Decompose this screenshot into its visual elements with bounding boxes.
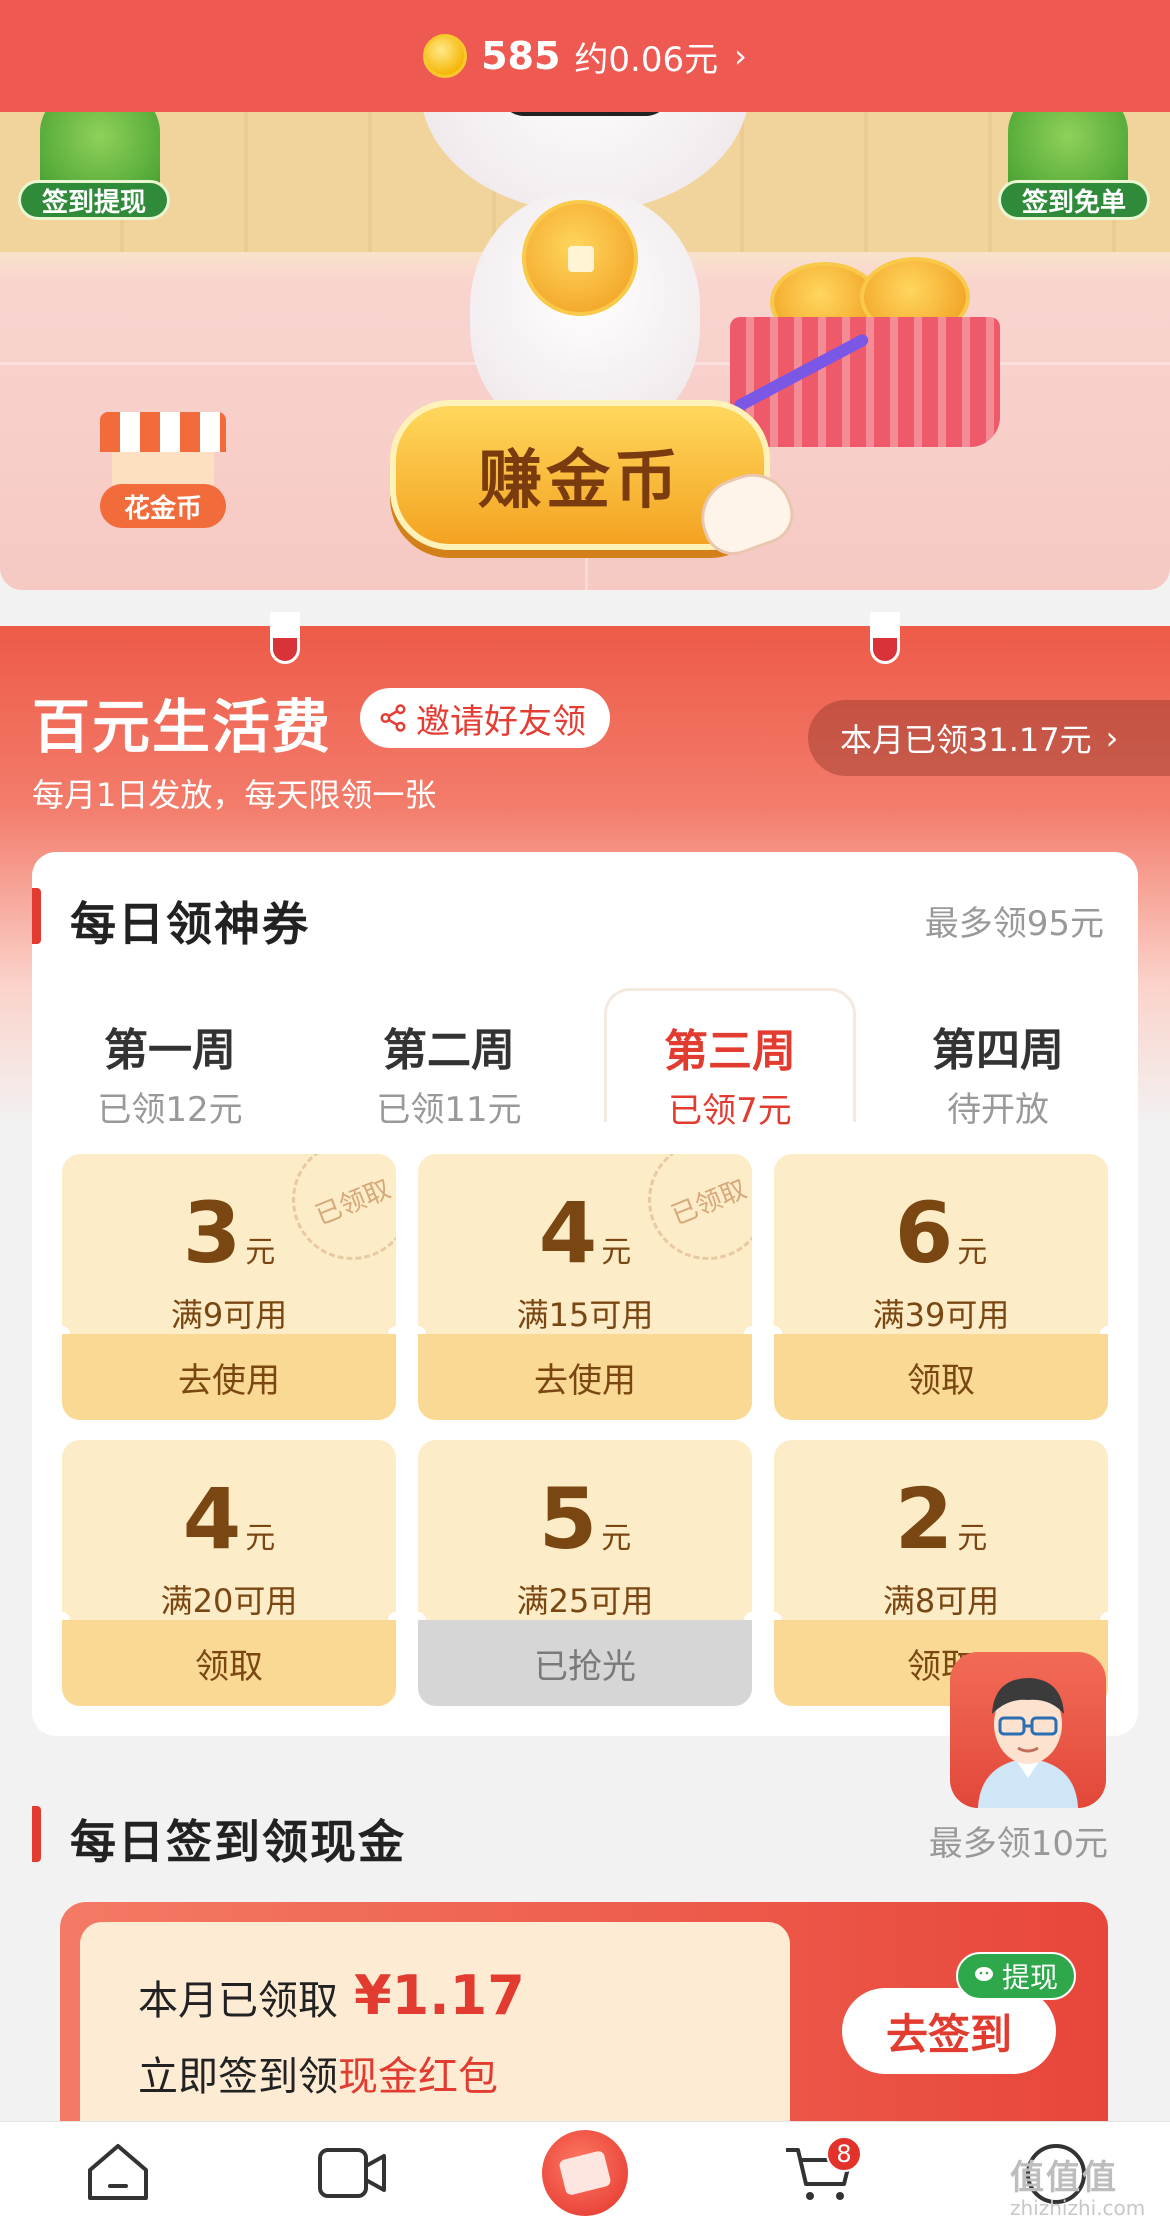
coupon-amount: 2 <box>894 1470 954 1568</box>
pin-left-icon <box>270 612 300 664</box>
claimed-label: 本月已领取 <box>138 1978 338 2024</box>
go-sign-in-button[interactable]: 去签到 <box>842 1988 1056 2074</box>
coupon-card[interactable]: 4元 满20可用 领取 <box>62 1440 396 1706</box>
chevron-right-icon: › <box>734 37 747 75</box>
section-marker <box>32 1806 41 1862</box>
mascot-coin-icon <box>522 200 638 316</box>
coupon-amount: 4 <box>182 1470 242 1568</box>
coupon-condition: 满20可用 <box>160 1582 298 1620</box>
daily-coupon-title: 每日领神券 <box>70 897 310 951</box>
coupon-amount: 5 <box>538 1470 598 1568</box>
share-icon <box>380 704 406 732</box>
withdraw-tag: 提现 <box>956 1952 1076 2000</box>
coupon-condition: 满8可用 <box>882 1582 1000 1620</box>
coupon-unit: 元 <box>957 1235 988 1270</box>
coupon-condition: 满39可用 <box>872 1296 1010 1334</box>
daily-sign-title: 每日签到领现金 <box>70 1815 406 1869</box>
coupon-unit: 元 <box>601 1235 632 1270</box>
sign-cta-text: 立即签到领 <box>138 2054 338 2100</box>
coupon-condition: 满9可用 <box>170 1296 288 1334</box>
coupon-sold-out-button: 已抢光 <box>418 1620 752 1706</box>
daily-sign-max: 最多领10元 <box>928 1824 1108 1864</box>
coupon-use-button[interactable]: 去使用 <box>418 1334 752 1420</box>
cart-badge: 8 <box>826 2136 862 2172</box>
coupon-card[interactable]: 4元 满15可用 已领取 去使用 <box>418 1154 752 1420</box>
shop-icon[interactable] <box>100 412 226 452</box>
watermark-logo: 值值值 <box>1010 2158 1118 2198</box>
video-tab-icon[interactable] <box>316 2144 388 2206</box>
coupon-card[interactable]: 5元 满25可用 已抢光 <box>418 1440 752 1706</box>
invite-friends-button[interactable]: 邀请好友领 <box>360 688 610 748</box>
chevron-right-icon: › <box>1105 719 1119 757</box>
coupon-unit: 元 <box>245 1521 276 1556</box>
coupon-condition: 满25可用 <box>516 1582 654 1620</box>
section-marker <box>32 888 41 944</box>
month-claimed-pill[interactable]: 本月已领31.17元 › <box>808 700 1170 776</box>
tab-week-4[interactable]: 第四周 待开放 <box>872 990 1124 1130</box>
tab-week-1[interactable]: 第一周 已领12元 <box>44 990 296 1130</box>
coin-count: 585 <box>481 34 561 78</box>
gold-coin-icon <box>423 34 468 78</box>
tab-week-2[interactable]: 第二周 已领11元 <box>323 990 575 1130</box>
signin-withdraw-badge[interactable]: 签到提现 <box>18 180 170 220</box>
invite-label: 邀请好友领 <box>416 701 586 742</box>
bottom-tab-bar: 8 <box>0 2121 1170 2223</box>
coupon-card[interactable]: 6元 满39可用 领取 <box>774 1154 1108 1420</box>
coupon-claim-button[interactable]: 领取 <box>62 1620 396 1706</box>
watermark-url: zhizhizhi.com <box>1010 2196 1146 2220</box>
coupon-card[interactable]: 3元 满9可用 已领取 去使用 <box>62 1154 396 1420</box>
coin-approx-value: 约0.06元 <box>574 39 719 80</box>
daily-coupon-max: 最多领95元 <box>924 904 1104 944</box>
tab-week-3[interactable]: 第三周 已领7元 <box>604 988 856 1131</box>
coupon-amount: 6 <box>894 1184 954 1282</box>
month-claimed-text: 本月已领31.17元 <box>840 721 1092 759</box>
coupon-amount: 3 <box>182 1184 242 1282</box>
coupon-unit: 元 <box>601 1521 632 1556</box>
home-tab-icon[interactable] <box>84 2140 152 2208</box>
wechat-icon <box>974 1967 993 1981</box>
customer-service-avatar-icon[interactable] <box>950 1652 1106 1808</box>
claimed-amount: ¥1.17 <box>354 1964 525 2027</box>
cash-red-packet-text: 现金红包 <box>338 2054 498 2100</box>
coupon-unit: 元 <box>957 1521 988 1556</box>
coupon-use-button[interactable]: 去使用 <box>62 1334 396 1420</box>
pin-right-icon <box>870 612 900 664</box>
coupon-amount: 4 <box>538 1184 598 1282</box>
coin-balance-bar[interactable]: 585 约0.06元 › <box>0 0 1170 112</box>
coupon-unit: 元 <box>245 1235 276 1270</box>
coupon-claim-button[interactable]: 领取 <box>774 1334 1108 1420</box>
signin-free-order-badge[interactable]: 签到免单 <box>998 180 1150 220</box>
spend-coins-badge[interactable]: 花金币 <box>100 484 226 528</box>
life-fee-title: 百元生活费 <box>32 693 333 761</box>
life-fee-subtitle: 每月1日发放，每天限领一张 <box>32 776 437 814</box>
red-packet-tab-icon[interactable] <box>542 2130 628 2216</box>
coupon-condition: 满15可用 <box>516 1296 654 1334</box>
